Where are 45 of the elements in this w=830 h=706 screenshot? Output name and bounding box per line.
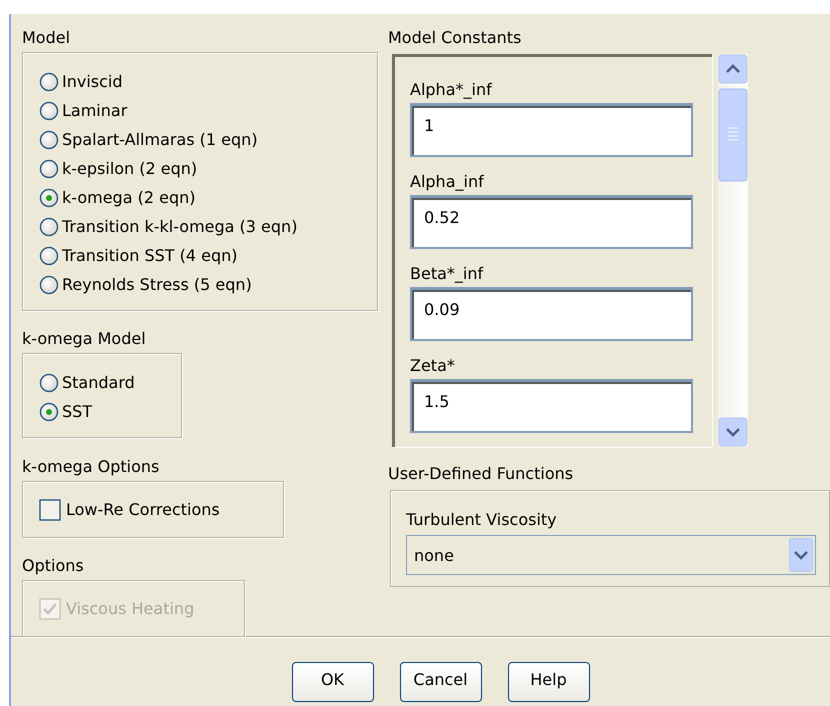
dialog-button[interactable]: OK — [292, 662, 374, 702]
scroll-up-button[interactable] — [718, 54, 748, 84]
radio-button[interactable] — [39, 130, 59, 150]
radio-button[interactable] — [39, 72, 59, 92]
radio-label: Inviscid — [62, 70, 123, 92]
radio-button[interactable] — [39, 158, 59, 178]
group-label: Model — [22, 27, 70, 49]
checkbox-label: Viscous Heating — [66, 598, 194, 620]
group-label: k-omega Options — [22, 456, 160, 478]
checkbox-label: Low-Re Corrections — [66, 498, 220, 520]
radio-label: Transition k-kl-omega (3 eqn) — [62, 216, 298, 238]
field-label: Beta*_inf — [410, 263, 484, 285]
dialog-button[interactable]: Cancel — [400, 662, 482, 702]
scrollbar-thumb[interactable] — [718, 88, 748, 182]
field-label: Alpha_inf — [410, 171, 485, 193]
radio-button[interactable] — [39, 246, 59, 266]
radio-button[interactable] — [39, 274, 59, 294]
radio-button[interactable] — [39, 402, 59, 422]
field-label: Turbulent Viscosity — [406, 509, 558, 531]
group-label: User-Defined Functions — [388, 463, 574, 485]
field-label: Alpha*_inf — [410, 79, 493, 101]
dropdown[interactable]: none — [406, 535, 816, 575]
radio-button[interactable] — [39, 372, 59, 392]
input-field[interactable]: 1 — [410, 103, 693, 157]
field-label: Zeta* — [410, 355, 456, 377]
group-label: k-omega Model — [22, 328, 146, 350]
radio-label: SST — [62, 400, 92, 422]
radio-button[interactable] — [39, 100, 59, 120]
radio-button[interactable] — [39, 216, 59, 236]
group-label: Model Constants — [388, 27, 522, 49]
group-label: Options — [22, 555, 84, 577]
radio-button[interactable] — [39, 188, 59, 208]
radio-label: Reynolds Stress (5 eqn) — [62, 274, 252, 296]
radio-label: Transition SST (4 eqn) — [62, 244, 238, 266]
radio-label: Spalart-Allmaras (1 eqn) — [62, 128, 258, 150]
dialog-button[interactable]: Help — [508, 662, 590, 702]
radio-label: k-epsilon (2 eqn) — [62, 158, 198, 180]
input-field[interactable]: 0.09 — [410, 287, 693, 341]
radio-label: Laminar — [62, 100, 128, 122]
scroll-down-button[interactable] — [718, 417, 748, 447]
radio-label: k-omega (2 eqn) — [62, 186, 196, 208]
input-field[interactable]: 1.5 — [410, 379, 693, 433]
checkbox[interactable] — [39, 498, 61, 520]
input-field[interactable]: 0.52 — [410, 195, 693, 249]
radio-label: Standard — [62, 372, 135, 394]
